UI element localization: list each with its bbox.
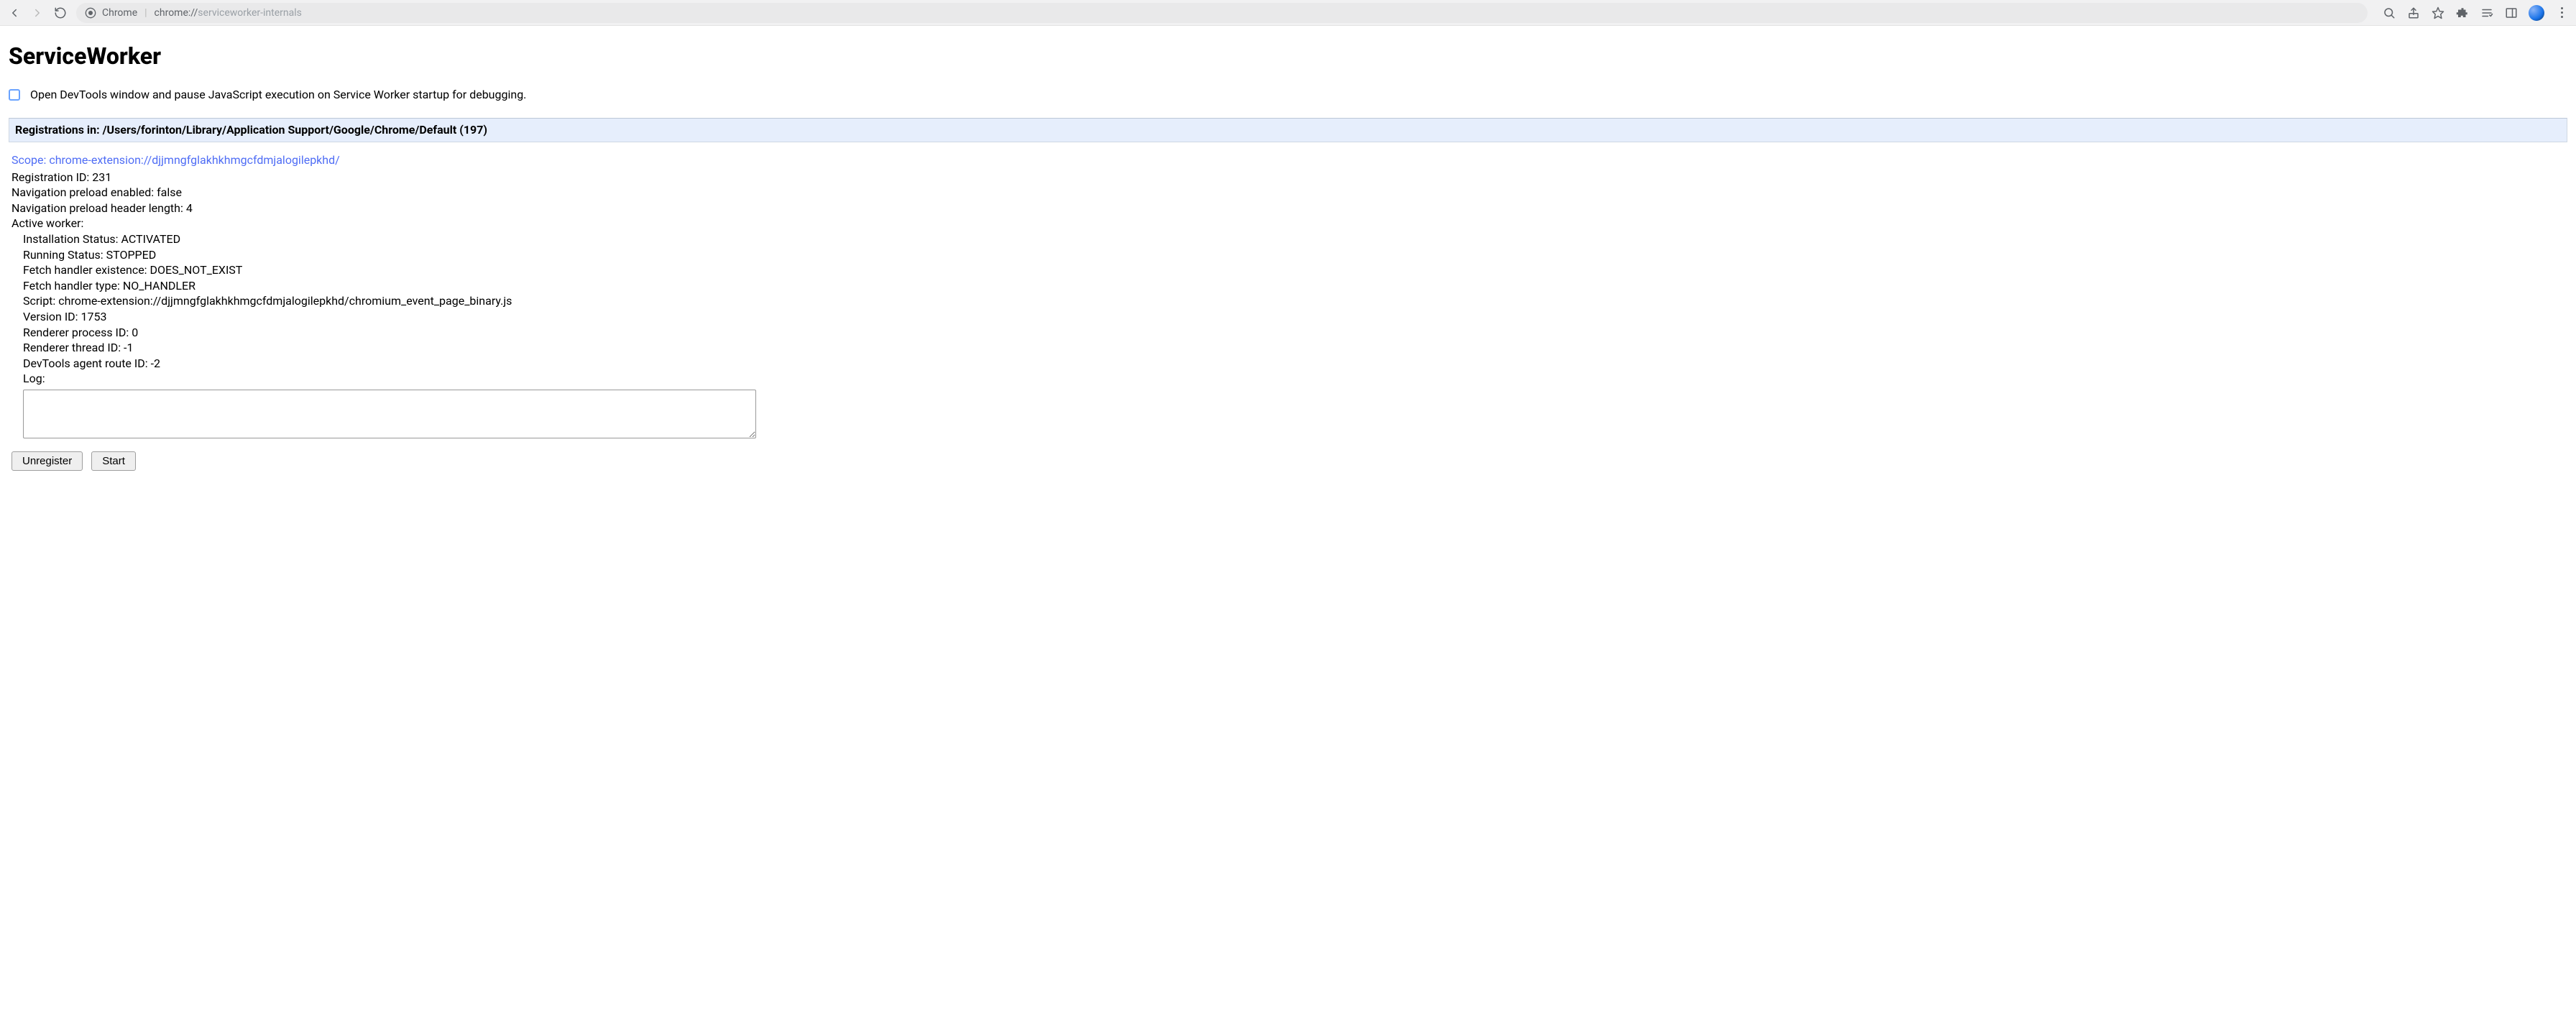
registrations-header-prefix: Registrations in: (15, 123, 103, 137)
start-button[interactable]: Start (91, 451, 136, 471)
running-status-row: Running Status: STOPPED (23, 247, 2564, 263)
nav-preload-header-len-row: Navigation preload header length: 4 (12, 201, 2564, 216)
registrations-count: 197 (464, 123, 484, 137)
toolbar-right-cluster (2382, 5, 2569, 21)
devtools-debug-checkbox[interactable] (9, 89, 20, 101)
log-textarea[interactable] (23, 390, 756, 438)
address-separator: | (144, 7, 147, 19)
chrome-menu-button[interactable] (2554, 6, 2569, 20)
registration-scope[interactable]: Scope: chrome-extension://djjmngfglakhkh… (12, 152, 2564, 168)
back-button[interactable] (7, 6, 22, 20)
fetch-existence-row: Fetch handler existence: DOES_NOT_EXIST (23, 262, 2564, 278)
address-url-path: serviceworker-internals (198, 7, 302, 19)
active-worker-label: Active worker: (12, 216, 2564, 231)
registration-actions: Unregister Start (12, 451, 2564, 471)
share-icon[interactable] (2406, 6, 2421, 20)
devtools-debug-label: Open DevTools window and pause JavaScrip… (30, 88, 526, 102)
scope-label: Scope: (12, 153, 49, 167)
page-content: ServiceWorker Open DevTools window and p… (0, 26, 2576, 500)
registration-id-row: Registration ID: 231 (12, 170, 2564, 185)
unregister-button[interactable]: Unregister (12, 451, 83, 471)
version-id-row: Version ID: 1753 (23, 309, 2564, 325)
fetch-type-row: Fetch handler type: NO_HANDLER (23, 278, 2564, 294)
reading-list-icon[interactable] (2480, 6, 2494, 20)
bookmark-star-icon[interactable] (2431, 6, 2445, 20)
address-origin-label: Chrome (102, 7, 137, 19)
site-info-icon[interactable] (85, 7, 96, 19)
devtools-route-row: DevTools agent route ID: -2 (23, 356, 2564, 372)
renderer-pid-row: Renderer process ID: 0 (23, 325, 2564, 341)
browser-toolbar: Chrome | chrome://serviceworker-internal… (0, 0, 2576, 26)
nav-preload-enabled-row: Navigation preload enabled: false (12, 185, 2564, 201)
page-title: ServiceWorker (9, 42, 2567, 70)
forward-button (30, 6, 45, 20)
side-panel-icon[interactable] (2504, 6, 2518, 20)
address-bar[interactable]: Chrome | chrome://serviceworker-internal… (76, 3, 2368, 23)
scope-value: chrome-extension://djjmngfglakhkhmgcfdmj… (49, 153, 339, 167)
installation-status-row: Installation Status: ACTIVATED (23, 231, 2564, 247)
reload-button[interactable] (53, 6, 68, 20)
log-label: Log: (23, 371, 2564, 387)
devtools-debug-option: Open DevTools window and pause JavaScrip… (9, 88, 2567, 102)
zoom-icon[interactable] (2382, 6, 2396, 20)
registrations-profile-path: /Users/forinton/Library/Application Supp… (103, 123, 457, 137)
address-url-scheme: chrome:// (155, 7, 198, 19)
renderer-tid-row: Renderer thread ID: -1 (23, 340, 2564, 356)
registration-entry: Scope: chrome-extension://djjmngfglakhkh… (9, 142, 2567, 471)
extensions-icon[interactable] (2455, 6, 2470, 20)
registrations-header: Registrations in: /Users/forinton/Librar… (9, 118, 2567, 142)
profile-avatar[interactable] (2529, 5, 2544, 21)
script-row: Script: chrome-extension://djjmngfglakhk… (23, 293, 2564, 309)
active-worker-details: Installation Status: ACTIVATED Running S… (23, 231, 2564, 438)
